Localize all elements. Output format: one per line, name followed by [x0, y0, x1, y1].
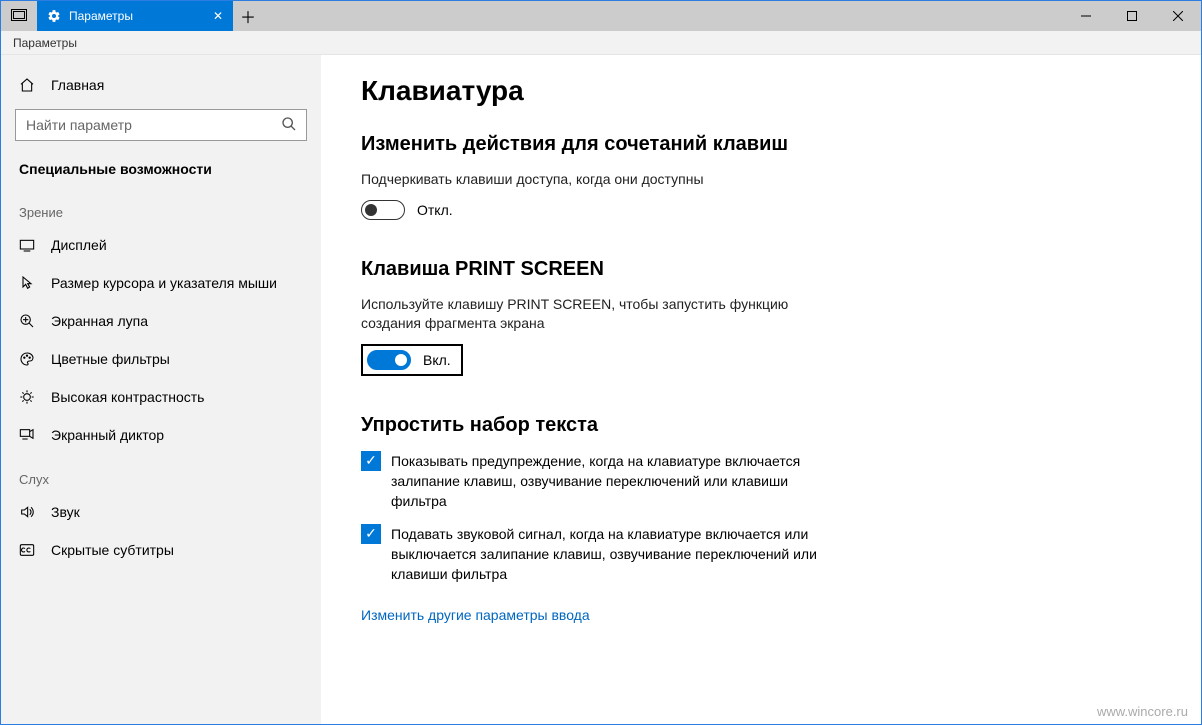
- breadcrumb-bar: Параметры: [1, 31, 1201, 55]
- checkbox-warning-label: Показывать предупреждение, когда на клав…: [391, 451, 831, 512]
- new-tab-button[interactable]: ＋: [233, 1, 263, 31]
- sidebar-item-label: Звук: [51, 504, 80, 520]
- link-more-input-settings[interactable]: Изменить другие параметры ввода: [361, 607, 590, 623]
- toggle-printscreen[interactable]: Вкл.: [361, 344, 463, 376]
- sidebar-item-cursor[interactable]: Размер курсора и указателя мыши: [1, 264, 321, 302]
- sidebar-group-vision: Зрение: [1, 187, 321, 226]
- search-icon: [281, 116, 297, 132]
- toggle-off-label: Откл.: [417, 202, 453, 218]
- contrast-icon: [19, 389, 37, 405]
- captions-icon: [19, 543, 37, 557]
- sidebar-item-audio[interactable]: Звук: [1, 493, 321, 531]
- section-shortcut-desc: Подчеркивать клавиши доступа, когда они …: [361, 170, 821, 190]
- tab-title: Параметры: [69, 9, 205, 23]
- sidebar: Главная Специальные возможности Зрение Д…: [1, 55, 321, 724]
- sidebar-item-label: Скрытые субтитры: [51, 542, 174, 558]
- gear-icon: [47, 9, 61, 23]
- close-icon: [1173, 11, 1183, 21]
- task-view-icon: [11, 9, 27, 23]
- sidebar-item-label: Размер курсора и указателя мыши: [51, 275, 277, 291]
- search-input[interactable]: [15, 109, 307, 141]
- window-controls: [1063, 1, 1201, 31]
- display-icon: [19, 238, 37, 252]
- section-printscreen-title: Клавиша PRINT SCREEN: [361, 258, 1161, 281]
- cursor-icon: [19, 275, 37, 291]
- checkbox-checked-icon: ✓: [361, 524, 381, 544]
- minimize-button[interactable]: [1063, 1, 1109, 31]
- sidebar-item-magnifier[interactable]: Экранная лупа: [1, 302, 321, 340]
- narrator-icon: [19, 427, 37, 443]
- checkbox-warning[interactable]: ✓ Показывать предупреждение, когда на кл…: [361, 451, 831, 512]
- magnifier-icon: [19, 313, 37, 329]
- checkbox-sound-label: Подавать звуковой сигнал, когда на клави…: [391, 524, 831, 585]
- minimize-icon: [1081, 11, 1091, 21]
- tab-settings-active[interactable]: Параметры ✕: [37, 1, 233, 31]
- section-shortcut-title: Изменить действия для сочетаний клавиш: [361, 133, 1161, 156]
- toggle-on-label: Вкл.: [423, 352, 451, 368]
- section-printscreen-desc: Используйте клавишу PRINT SCREEN, чтобы …: [361, 295, 821, 334]
- sidebar-item-label: Экранная лупа: [51, 313, 148, 329]
- sidebar-group-hearing: Слух: [1, 454, 321, 493]
- sidebar-item-label: Цветные фильтры: [51, 351, 170, 367]
- watermark: www.wincore.ru: [1097, 704, 1188, 719]
- titlebar-left: Параметры ✕ ＋: [1, 1, 263, 31]
- sidebar-item-label: Высокая контрастность: [51, 389, 204, 405]
- toggle-switch-off[interactable]: [361, 200, 405, 220]
- main-content: Клавиатура Изменить действия для сочетан…: [321, 55, 1201, 724]
- palette-icon: [19, 351, 37, 367]
- checkbox-checked-icon: ✓: [361, 451, 381, 471]
- sidebar-item-high-contrast[interactable]: Высокая контрастность: [1, 378, 321, 416]
- home-icon: [19, 77, 37, 93]
- tab-close-button[interactable]: ✕: [213, 9, 223, 23]
- page-title: Клавиатура: [361, 75, 1161, 107]
- sidebar-item-narrator[interactable]: Экранный диктор: [1, 416, 321, 454]
- sidebar-section-heading: Специальные возможности: [1, 151, 321, 187]
- body: Главная Специальные возможности Зрение Д…: [1, 55, 1201, 724]
- titlebar: Параметры ✕ ＋: [1, 1, 1201, 31]
- settings-window: Параметры ✕ ＋ Параметры: [0, 0, 1202, 725]
- task-view-button[interactable]: [1, 1, 37, 31]
- maximize-icon: [1127, 11, 1137, 21]
- maximize-button[interactable]: [1109, 1, 1155, 31]
- close-button[interactable]: [1155, 1, 1201, 31]
- app-label: Параметры: [13, 36, 77, 50]
- search-wrap: [15, 109, 307, 141]
- sidebar-item-color-filters[interactable]: Цветные фильтры: [1, 340, 321, 378]
- checkbox-sound[interactable]: ✓ Подавать звуковой сигнал, когда на кла…: [361, 524, 831, 585]
- audio-icon: [19, 504, 37, 520]
- toggle-switch-on[interactable]: [367, 350, 411, 370]
- sidebar-home[interactable]: Главная: [1, 69, 321, 101]
- section-typing-title: Упростить набор текста: [361, 414, 1161, 437]
- sidebar-home-label: Главная: [51, 77, 104, 93]
- toggle-underline-access[interactable]: Откл.: [361, 200, 1161, 220]
- sidebar-item-captions[interactable]: Скрытые субтитры: [1, 531, 321, 569]
- sidebar-item-display[interactable]: Дисплей: [1, 226, 321, 264]
- titlebar-drag[interactable]: [263, 1, 1063, 31]
- sidebar-item-label: Дисплей: [51, 237, 107, 253]
- sidebar-item-label: Экранный диктор: [51, 427, 164, 443]
